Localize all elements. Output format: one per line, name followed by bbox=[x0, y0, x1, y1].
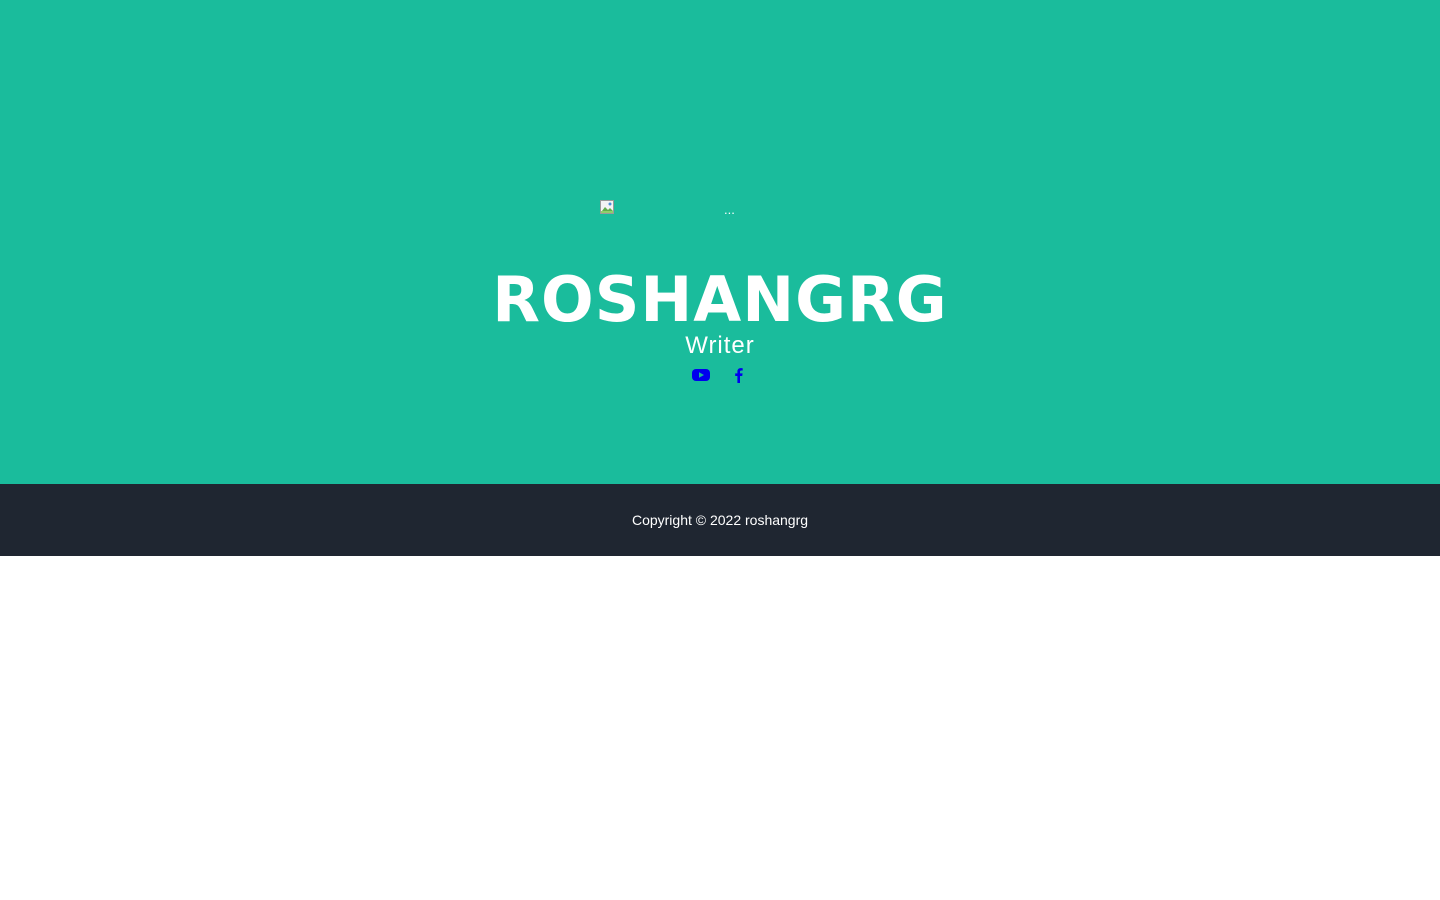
broken-image-icon bbox=[600, 200, 614, 214]
profile-image-alt-text: ... bbox=[724, 202, 735, 217]
copyright-text: Copyright © 2022 roshangrg bbox=[631, 512, 809, 528]
profile-image: ... bbox=[600, 200, 858, 220]
youtube-link[interactable] bbox=[692, 366, 710, 384]
site-title: ROSHANGRG bbox=[492, 263, 948, 336]
facebook-icon bbox=[735, 368, 743, 383]
site-subtitle: Writer bbox=[685, 332, 755, 359]
hero-section: ... ROSHANGRG Writer bbox=[0, 0, 1440, 484]
facebook-link[interactable] bbox=[730, 366, 748, 384]
youtube-icon bbox=[692, 369, 710, 381]
footer: Copyright © 2022 roshangrg bbox=[0, 484, 1440, 556]
social-links bbox=[0, 366, 1440, 386]
